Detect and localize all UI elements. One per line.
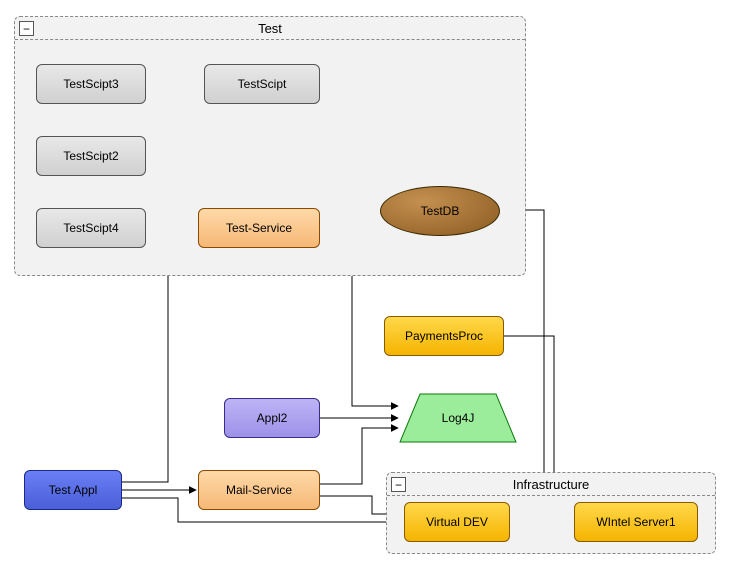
- diagram-canvas: − Test − Infrastructure TestScipt3 TestS…: [0, 0, 734, 574]
- node-mail-service[interactable]: Mail-Service: [198, 470, 320, 510]
- node-testscript3[interactable]: TestScipt3: [36, 64, 146, 104]
- collapse-icon[interactable]: −: [19, 21, 34, 36]
- collapse-glyph: −: [395, 479, 402, 491]
- node-test-service[interactable]: Test-Service: [198, 208, 320, 248]
- node-paymentsproc[interactable]: PaymentsProc: [384, 316, 504, 356]
- node-wintel-server[interactable]: WIntel Server1: [574, 502, 698, 542]
- group-test-header: − Test: [15, 17, 525, 40]
- node-log4j[interactable]: Log4J: [400, 394, 516, 442]
- node-virtual-dev[interactable]: Virtual DEV: [404, 502, 510, 542]
- node-testscript2[interactable]: TestScipt2: [36, 136, 146, 176]
- node-appl2[interactable]: Appl2: [224, 398, 320, 438]
- node-testscript4[interactable]: TestScipt4: [36, 208, 146, 248]
- group-infra-header: − Infrastructure: [387, 473, 715, 496]
- collapse-glyph: −: [23, 23, 30, 35]
- node-test-appl[interactable]: Test Appl: [24, 470, 122, 510]
- node-testdb[interactable]: TestDB: [380, 186, 500, 236]
- group-infra-title: Infrastructure: [513, 477, 590, 492]
- log4j-label: Log4J: [442, 411, 475, 425]
- node-testscript[interactable]: TestScipt: [204, 64, 320, 104]
- collapse-icon[interactable]: −: [391, 477, 406, 492]
- group-test-title: Test: [258, 21, 282, 36]
